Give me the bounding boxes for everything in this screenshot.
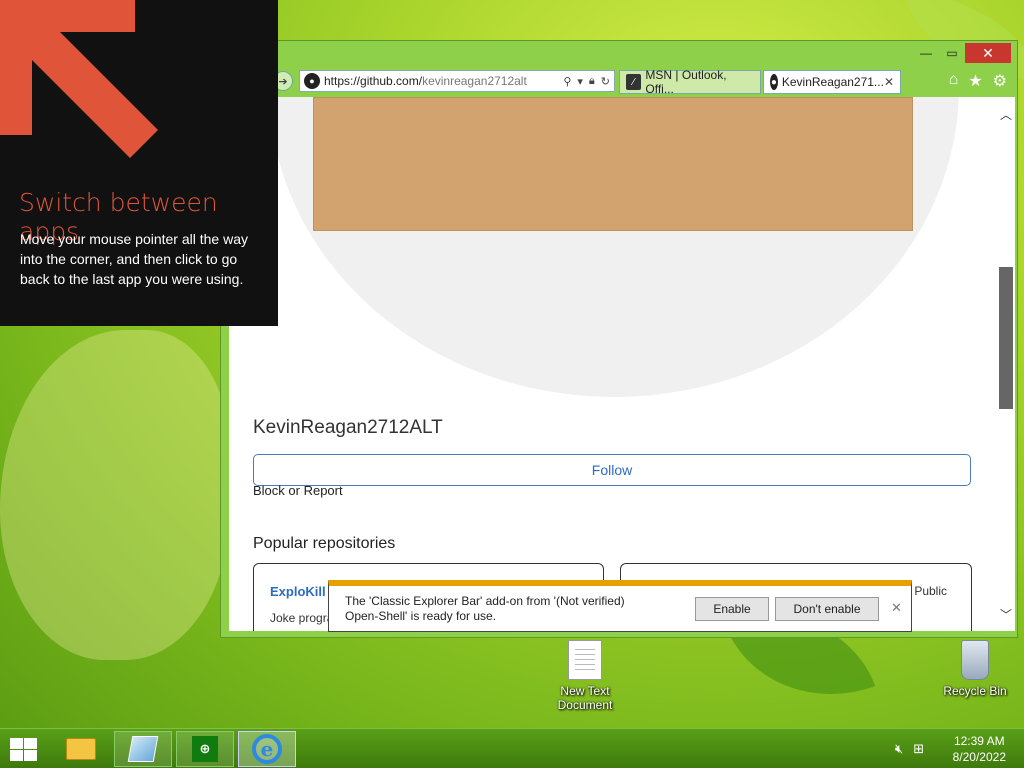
switch-apps-tip: Switch between apps Move your mouse poin… (0, 0, 278, 326)
tab-msn[interactable]: ⁄ MSN | Outlook, Offi... (619, 68, 761, 96)
address-tools: ⚲ ▾ 🔒︎ ↻ (563, 75, 610, 88)
close-button[interactable]: ✕ (965, 43, 1011, 63)
avatar-image (313, 97, 913, 231)
network-icon[interactable]: ⊞ (913, 741, 924, 757)
refresh-icon[interactable]: ↻ (601, 75, 610, 88)
home-icon[interactable]: ⌂ (949, 71, 959, 91)
profile-username: KevinReagan2712ALT (253, 417, 443, 438)
windows-logo-icon (24, 750, 37, 761)
desktop-icon-label: New Text Document (557, 684, 613, 712)
forward-arrow-icon: ➔ (278, 75, 288, 88)
close-icon[interactable]: ✕ (891, 600, 902, 616)
windows-logo-icon (24, 738, 37, 749)
notepad-icon (127, 736, 159, 762)
enable-button[interactable]: Enable (695, 597, 769, 621)
desktop-icon-label: Recycle Bin (943, 684, 1007, 698)
notification-text: The 'Classic Explorer Bar' add-on from '… (345, 594, 645, 624)
addon-notification-bar: The 'Classic Explorer Bar' add-on from '… (328, 580, 912, 632)
scroll-down-icon[interactable]: ﹀ (997, 605, 1015, 623)
block-or-report-link[interactable]: Block or Report (253, 483, 343, 498)
favorites-star-icon[interactable]: ★ (968, 71, 982, 91)
visibility-badge: Public (914, 584, 947, 598)
desktop-icon-recycle-bin[interactable]: Recycle Bin (935, 640, 1015, 698)
volume-muted-icon[interactable]: 🔇︎ (895, 741, 903, 757)
scrollbar-thumb[interactable] (999, 267, 1013, 409)
notification-line: Open-Shell' is ready for use. (345, 609, 497, 623)
taskbar-internet-explorer[interactable]: e (238, 731, 296, 767)
taskbar-notepad[interactable] (114, 731, 172, 767)
taskbar-xbox[interactable]: ⊕ (176, 731, 234, 767)
repo-name-link[interactable]: ExploKill (270, 584, 326, 599)
desktop-icon-new-text-document[interactable]: New Text Document (545, 640, 625, 712)
recycle-bin-icon (961, 640, 989, 680)
internet-explorer-icon: e (252, 734, 282, 764)
url-host: kevinreagan2712alt (422, 74, 527, 88)
chevron-down-icon[interactable]: ▾ (577, 75, 583, 88)
folder-icon (66, 738, 96, 760)
start-button[interactable] (8, 737, 38, 761)
windows-logo-icon (10, 750, 23, 761)
tab-github[interactable]: ● KevinReagan271... ✕ (763, 70, 901, 94)
windows-logo-icon (10, 738, 23, 749)
search-icon[interactable]: ⚲ (563, 75, 571, 88)
gamepad-icon: ⊕ (192, 736, 218, 762)
text-document-icon (568, 640, 602, 680)
url-prefix: https://github.com/ (324, 74, 423, 88)
taskbar: ⊕ e 🔇︎ ⊞ 12:39 AM 8/20/2022 (0, 728, 1024, 768)
lock-icon[interactable]: 🔒︎ (589, 75, 595, 88)
msn-icon: ⁄ (626, 74, 642, 90)
vertical-scrollbar[interactable]: ︿ ﹀ (997, 97, 1015, 631)
browser-toolbar: ⌂ ★ ⚙ (949, 71, 1007, 91)
close-tab-icon[interactable]: ✕ (884, 75, 894, 89)
clock-time: 12:39 AM (953, 734, 1005, 748)
repo-description: Joke progra (270, 611, 334, 625)
notification-line: The 'Classic Explorer Bar' add-on from '… (345, 594, 625, 608)
corner-arrow-icon (0, 0, 158, 158)
page-content: KevinReagan2712ALT Follow Block or Repor… (229, 97, 999, 631)
taskbar-file-explorer[interactable] (52, 731, 110, 767)
popular-repositories-heading: Popular repositories (253, 535, 396, 552)
clock[interactable]: 12:39 AM 8/20/2022 (953, 733, 1006, 765)
dont-enable-button[interactable]: Don't enable (775, 597, 879, 621)
scroll-up-icon[interactable]: ︿ (997, 105, 1015, 123)
window-controls: — ▭ ✕ (913, 43, 1011, 63)
maximize-button[interactable]: ▭ (939, 43, 965, 63)
clock-date: 8/20/2022 (952, 750, 1006, 764)
address-bar[interactable]: ● https://github.com/kevinreagan2712alt … (299, 70, 615, 92)
tip-body: Move your mouse pointer all the way into… (20, 231, 248, 287)
wallpaper-highlight (0, 330, 230, 660)
browser-window: — ▭ ✕ ➔ ● https://github.com/kevinreagan… (220, 40, 1018, 638)
tab-label: MSN | Outlook, Offi... (645, 68, 727, 96)
minimize-button[interactable]: — (913, 43, 939, 63)
tab-label: KevinReagan271... (781, 75, 884, 89)
system-tray: 🔇︎ ⊞ (895, 741, 924, 757)
gear-icon[interactable]: ⚙ (993, 71, 1007, 91)
follow-button[interactable]: Follow (253, 454, 971, 486)
github-icon: ● (770, 74, 778, 90)
github-icon: ● (304, 73, 320, 89)
